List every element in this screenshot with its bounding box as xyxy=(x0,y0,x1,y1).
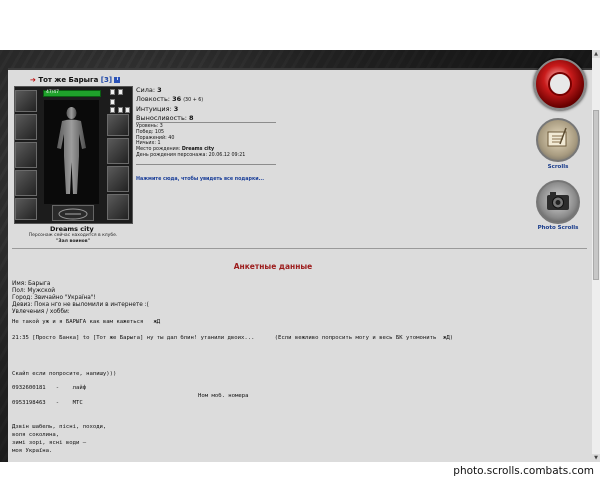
scrolls-icon[interactable] xyxy=(536,118,580,162)
arrow-icon: ➔ xyxy=(30,76,36,84)
ring-icon[interactable] xyxy=(110,99,115,105)
location-room: "Зал воинов" xyxy=(56,239,90,244)
gifts-link[interactable]: Нажмите сюда, чтобы увидеть все подарки.… xyxy=(136,177,264,182)
info-block: Уровень: 3 Побед: 105 Поражений: 40 Ничь… xyxy=(136,124,245,159)
character-city: Dreams city xyxy=(50,225,94,233)
fist-logo-icon[interactable] xyxy=(534,58,586,110)
location-status: Персонаж сейчас находится в клубе. "Зал … xyxy=(18,233,128,245)
chat-quote: 21:35 [Просто Банка] to [Тот же Барыга] … xyxy=(12,335,454,341)
phone-life: 0932600181 - лайф xyxy=(12,385,87,391)
character-name[interactable]: Тот же Барыга xyxy=(38,76,98,84)
watermark: photo.scrolls.combats.com xyxy=(453,465,594,477)
character-silhouette xyxy=(44,100,99,204)
hp-value: 47/47 xyxy=(46,90,59,95)
phone-mts: 0953198463 - МТС xyxy=(12,400,83,406)
section-divider xyxy=(12,248,587,249)
armor-slot[interactable] xyxy=(15,170,37,196)
divider xyxy=(136,164,276,165)
body-silhouette-icon xyxy=(57,107,86,194)
bio-gender: Пол: Мужской xyxy=(12,288,56,294)
offhand-slot[interactable] xyxy=(107,138,129,164)
bio-city: Город: Звичайно "Україна"! xyxy=(12,295,96,301)
boots-slot[interactable] xyxy=(107,194,129,220)
photo-scrolls-link[interactable]: Photo Scrolls xyxy=(526,225,590,231)
helmet-slot[interactable] xyxy=(15,90,37,112)
poem-line-1: Дзвін шабель, пісні, походи, xyxy=(12,424,107,430)
character-level: [3] xyxy=(100,76,113,84)
camera-icon[interactable] xyxy=(536,180,580,224)
stat-intuition: Интуиция: 3 xyxy=(136,105,179,113)
amulet-slot[interactable] xyxy=(15,114,37,140)
info-birthday: День рождения персонажа: 20.06.12 09:21 xyxy=(136,152,246,158)
ring-icon[interactable] xyxy=(110,89,115,95)
stat-strength: Сила: 3 xyxy=(136,86,162,94)
stats-block: Сила: 3 Ловкость: 36 (30 + 6) Интуиция: … xyxy=(136,86,203,122)
gloves-slot[interactable] xyxy=(107,114,129,136)
poem-line-3: зимі зорі, ясні води — xyxy=(12,440,87,446)
lock-icon[interactable] xyxy=(125,107,130,113)
info-icon[interactable]: i xyxy=(114,77,121,83)
stat-agility: Ловкость: 36 (30 + 6) xyxy=(136,94,204,103)
weapon-slot[interactable] xyxy=(15,142,37,168)
bio-name: Имя: Барыга xyxy=(12,281,51,287)
character-title: ➔ Тот же Барыга [3] i xyxy=(30,76,121,84)
vertical-scrollbar[interactable] xyxy=(592,50,600,462)
bio-motto: Девиз: Пока нго не выломили в интернете … xyxy=(12,302,149,308)
ring-icon[interactable] xyxy=(118,89,123,95)
scrolls-link[interactable]: Scrolls xyxy=(526,164,590,170)
belt-slot[interactable] xyxy=(15,198,37,220)
scroll-down-icon[interactable]: ▼ xyxy=(592,454,600,462)
scrollbar-thumb[interactable] xyxy=(593,110,599,280)
phone-caption: Ном моб. номера xyxy=(198,393,249,399)
poem-line-2: воля соколина, xyxy=(12,432,60,438)
legs-slot[interactable] xyxy=(107,166,129,192)
hp-bar: 47/47 xyxy=(43,90,101,97)
skype-request: Скайп если попросите, напишу))) xyxy=(12,371,117,377)
anketa-title: Анкетные данные xyxy=(233,262,313,271)
bio-block: Имя: Барыга Пол: Мужской Город: Звичайно… xyxy=(12,281,149,316)
poem-line-4: моя Україна. xyxy=(12,448,53,454)
lock-icon[interactable] xyxy=(118,107,123,113)
stat-stamina: Выносливость: 8 xyxy=(136,113,194,122)
lock-icon[interactable] xyxy=(110,107,115,113)
bio-hobbies-label: Увлечения / хобби: xyxy=(12,309,70,315)
emblem-icon xyxy=(52,205,94,221)
divider xyxy=(136,122,276,123)
scroll-up-icon[interactable]: ▲ xyxy=(592,50,600,58)
hobbies-text: Не такой уж и я БАРЫГА как вам кажеться … xyxy=(12,319,161,325)
